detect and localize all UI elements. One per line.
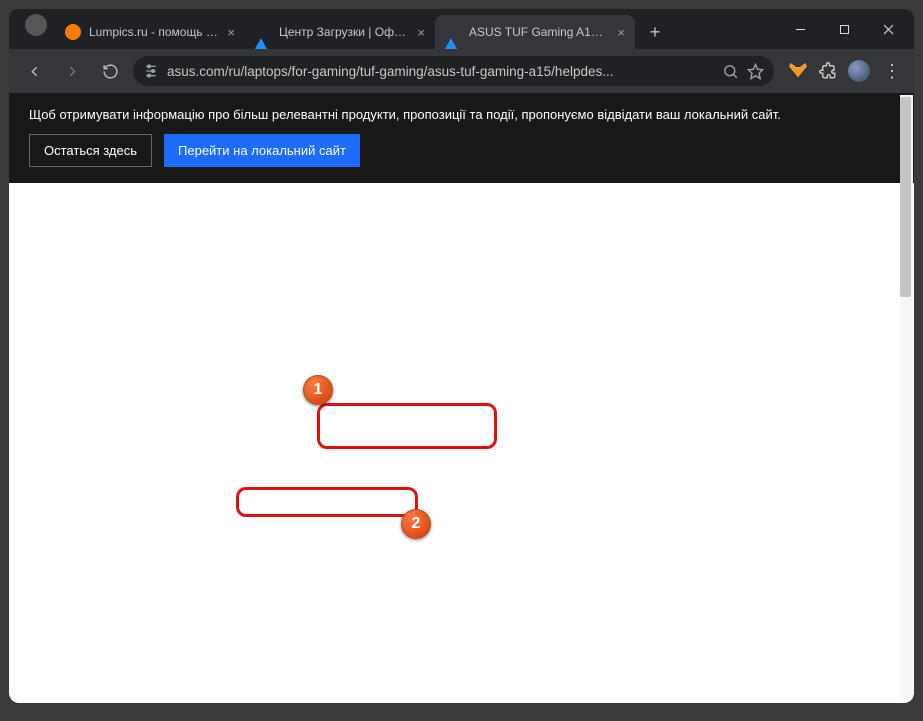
tab-title: Lumpics.ru - помощь с ко [89,25,219,39]
new-tab-button[interactable]: + [641,18,669,46]
reload-button[interactable] [95,56,125,86]
page-content: Щоб отримувати інформацію про більш реле… [9,93,914,703]
menu-icon[interactable]: ⋮ [880,61,904,82]
minimize-button[interactable] [778,14,822,44]
extensions-icon[interactable] [818,61,838,81]
url-text: asus.com/ru/laptops/for-gaming/tuf-gamin… [167,64,714,79]
close-icon[interactable]: × [417,25,425,40]
metamask-icon[interactable] [788,61,808,81]
scrollbar-track[interactable] [900,95,913,701]
annotation-number-1: 1 [303,375,333,405]
stay-here-button[interactable]: Остаться здесь [29,134,152,167]
url-field[interactable]: asus.com/ru/laptops/for-gaming/tuf-gamin… [133,56,774,86]
browser-tab-asus-a15[interactable]: ASUS TUF Gaming A15 | Н × [435,15,635,49]
search-icon[interactable] [722,63,739,80]
back-button[interactable] [19,56,49,86]
scrollbar-thumb[interactable] [900,97,911,297]
forward-button[interactable] [57,56,87,86]
annotation-box-1 [317,403,497,449]
close-icon[interactable]: × [227,25,235,40]
locale-banner: Щоб отримувати інформацію про більш реле… [9,93,914,183]
banner-message: Щоб отримувати інформацію про більш реле… [29,107,894,122]
browser-tab-lumpics[interactable]: Lumpics.ru - помощь с ко × [55,15,245,49]
annotation-box-2 [236,487,418,517]
profile-switch[interactable] [25,14,47,36]
maximize-button[interactable] [822,14,866,44]
tab-title: Центр Загрузки | Официа [279,25,409,39]
annotation-number-2: 2 [401,509,431,539]
favicon-icon [445,24,461,40]
go-local-button[interactable]: Перейти на локальний сайт [164,134,360,167]
address-bar: asus.com/ru/laptops/for-gaming/tuf-gamin… [9,49,914,93]
favicon-icon [65,24,81,40]
tab-title: ASUS TUF Gaming A15 | Н [469,25,609,39]
close-window-button[interactable] [866,14,910,44]
bookmark-icon[interactable] [747,63,764,80]
profile-avatar[interactable] [848,60,870,82]
site-settings-icon[interactable] [143,63,159,79]
browser-tab-download-center[interactable]: Центр Загрузки | Официа × [245,15,435,49]
close-icon[interactable]: × [617,25,625,40]
favicon-icon [255,24,271,40]
tab-strip: Lumpics.ru - помощь с ко × Центр Загрузк… [9,9,914,49]
